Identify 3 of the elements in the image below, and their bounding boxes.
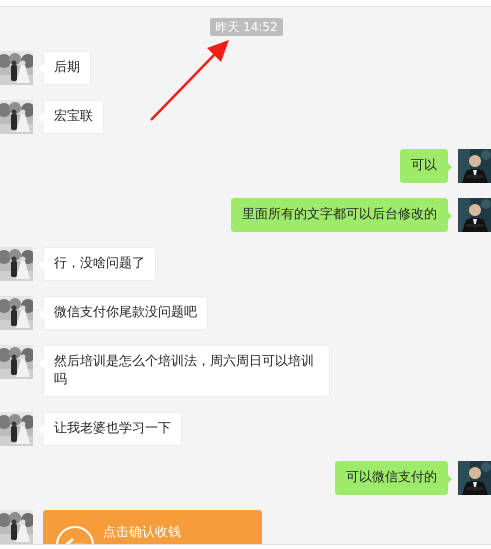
transfer-title: 点击确认收钱 [103,524,181,542]
transfer-card[interactable]: 点击确认收钱 [43,510,262,545]
timestamp: 昨天 14:52 [210,18,283,36]
